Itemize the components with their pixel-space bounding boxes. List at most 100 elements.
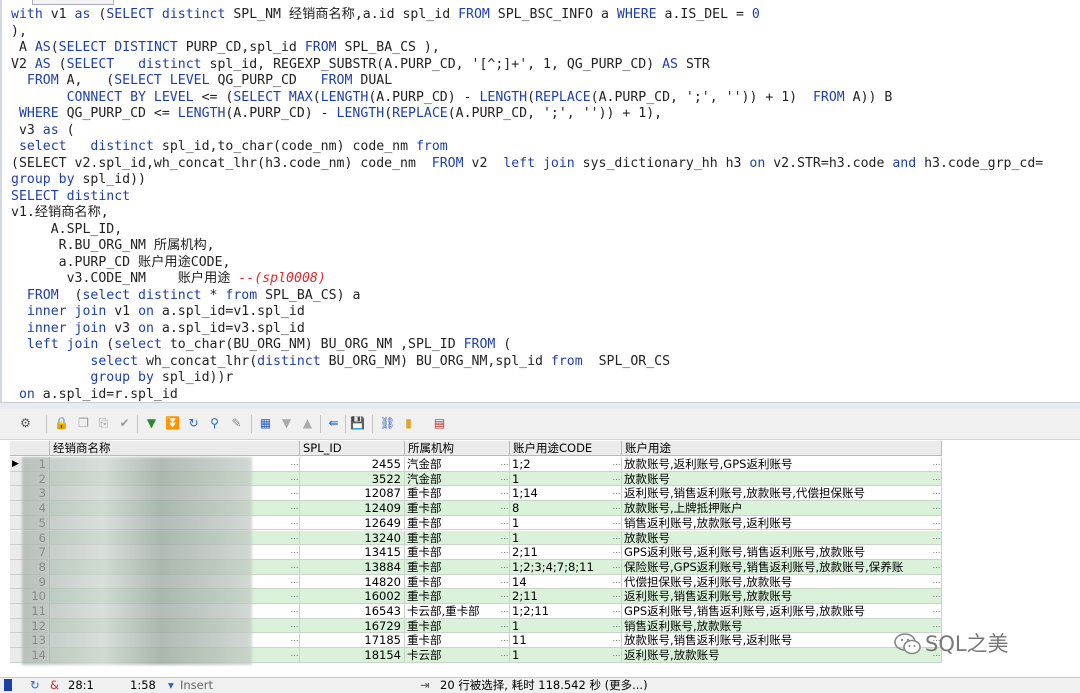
table-cell-org[interactable]: 卡云部,重卡部 <box>405 604 510 619</box>
cell-expand-button[interactable]: … <box>612 486 621 501</box>
table-cell-id[interactable]: 13884 <box>300 559 405 575</box>
table-cell-org[interactable]: 重卡部 <box>405 559 510 575</box>
table-cell-org[interactable]: 重卡部 <box>405 618 510 634</box>
code-line[interactable]: group by spl_id)) <box>11 172 1043 189</box>
cell-expand-button[interactable]: … <box>500 560 509 575</box>
cell-expand-button[interactable]: … <box>500 633 509 648</box>
cell-expand-button[interactable]: … <box>500 575 509 590</box>
cell-expand-button[interactable]: … <box>500 589 509 604</box>
cell-expand-button[interactable]: … <box>500 501 509 516</box>
cell-expand-button[interactable]: … <box>500 486 509 501</box>
table-cell-code[interactable]: 2;11 <box>510 589 622 604</box>
table-cell-code[interactable]: 1 <box>510 530 622 546</box>
cell-expand-button[interactable]: … <box>500 472 509 487</box>
refresh-icon[interactable]: ↻ <box>186 416 201 431</box>
cell-expand-button[interactable]: … <box>932 604 941 619</box>
cell-expand-button[interactable]: … <box>500 604 509 619</box>
table-cell-org[interactable]: 重卡部 <box>405 545 510 560</box>
code-line[interactable]: (SELECT v2.spl_id,wh_concat_lhr(h3.code_… <box>11 156 1043 173</box>
link-icon[interactable]: ⛓ <box>380 416 395 431</box>
cell-expand-button[interactable]: … <box>500 531 509 546</box>
code-line[interactable]: FROM (select distinct * from SPL_BA_CS) … <box>11 288 1043 305</box>
code-line[interactable]: inner join v3 on a.spl_id=v3.spl_id <box>11 321 1043 338</box>
cell-expand-button[interactable]: … <box>612 560 621 575</box>
cell-expand-button[interactable]: … <box>500 457 509 472</box>
cell-expand-button[interactable]: … <box>932 472 941 487</box>
cell-expand-button[interactable]: … <box>612 531 621 546</box>
sql-editor[interactable]: with v1 as (SELECT distinct SPL_NM 经销商名称… <box>0 0 1080 402</box>
table-cell-org[interactable]: 重卡部 <box>405 633 510 649</box>
code-line[interactable]: FROM A, (SELECT LEVEL QG_PURP_CD FROM DU… <box>11 73 1043 90</box>
code-line[interactable]: R.BU_ORG_NM 所属机构, <box>11 238 1043 255</box>
table-cell-org[interactable]: 重卡部 <box>405 589 510 604</box>
table-cell-code[interactable]: 1 <box>510 618 622 634</box>
table-cell-id[interactable]: 17185 <box>300 633 405 649</box>
table-cell-id[interactable]: 12409 <box>300 501 405 516</box>
table-cell-id[interactable]: 16543 <box>300 604 405 619</box>
status-message[interactable]: 20 行被选择, 耗时 118.542 秒 (更多...) <box>440 678 648 693</box>
cell-expand-button[interactable]: … <box>290 516 299 531</box>
grid-settings-icon[interactable]: ⚙ <box>18 416 33 431</box>
cell-expand-button[interactable]: … <box>290 486 299 501</box>
cell-expand-button[interactable]: … <box>612 633 621 648</box>
column-header[interactable]: SPL_ID <box>300 441 405 456</box>
code-line[interactable]: WHERE QG_PURP_CD <= LENGTH(A.PURP_CD) - … <box>11 106 1043 123</box>
down-arrow-icon[interactable]: ▼ <box>144 416 159 431</box>
table-cell-code[interactable]: 14 <box>510 574 622 590</box>
table-cell-purpose[interactable]: 放款账号 <box>622 530 942 546</box>
code-line[interactable]: SELECT distinct <box>11 189 1043 206</box>
code-line[interactable]: v1.经销商名称, <box>11 205 1043 222</box>
export-icon[interactable]: ⇚ <box>326 416 341 431</box>
cell-expand-button[interactable]: … <box>932 560 941 575</box>
table-cell-code[interactable]: 2;11 <box>510 545 622 560</box>
code-line[interactable]: group by spl_id))r <box>11 370 1043 387</box>
cell-expand-button[interactable]: … <box>612 545 621 560</box>
table-cell-org[interactable]: 重卡部 <box>405 574 510 590</box>
table-cell-org[interactable]: 重卡部 <box>405 530 510 546</box>
code-line[interactable]: inner join v1 on a.spl_id=v1.spl_id <box>11 304 1043 321</box>
table-cell-id[interactable]: 12649 <box>300 515 405 531</box>
cell-expand-button[interactable]: … <box>500 545 509 560</box>
cell-expand-button[interactable]: … <box>612 648 621 663</box>
table-cell-purpose[interactable]: GPS返利账号,返利账号,销售返利账号,放款账号 <box>622 545 942 560</box>
code-line[interactable]: select wh_concat_lhr(distinct BU_ORG_NM)… <box>11 354 1043 371</box>
cell-expand-button[interactable]: … <box>932 575 941 590</box>
cell-expand-button[interactable]: … <box>290 648 299 663</box>
table-cell-id[interactable]: 16729 <box>300 618 405 634</box>
code-line[interactable]: ), <box>11 24 1043 41</box>
cell-expand-button[interactable]: … <box>612 516 621 531</box>
cell-expand-button[interactable]: … <box>612 472 621 487</box>
table-cell-code[interactable]: 1 <box>510 515 622 531</box>
code-line[interactable]: CONNECT BY LEVEL <= (SELECT MAX(LENGTH(A… <box>11 90 1043 107</box>
save-icon[interactable]: 💾 <box>350 416 365 431</box>
table-cell-code[interactable]: 1;2;11 <box>510 604 622 619</box>
code-line[interactable]: v3 as ( <box>11 123 1043 140</box>
chart-icon[interactable]: ▮ <box>401 416 416 431</box>
table-cell-id[interactable]: 12087 <box>300 486 405 502</box>
cell-expand-button[interactable]: … <box>932 589 941 604</box>
copy-icon[interactable]: ❐ <box>76 416 91 431</box>
cell-expand-button[interactable]: … <box>500 516 509 531</box>
up-icon[interactable]: ▲ <box>300 416 315 431</box>
table-cell-org[interactable]: 汽金部 <box>405 457 510 472</box>
table-cell-code[interactable]: 8 <box>510 501 622 516</box>
cell-expand-button[interactable]: … <box>612 501 621 516</box>
dropdown-icon[interactable]: ▼ <box>279 416 294 431</box>
cell-expand-button[interactable]: … <box>290 619 299 634</box>
cell-expand-button[interactable]: … <box>932 486 941 501</box>
table-cell-code[interactable]: 11 <box>510 633 622 649</box>
table-cell-purpose[interactable]: 代偿担保账号,返利账号,放款账号 <box>622 574 942 590</box>
table-cell-purpose[interactable]: 返利账号,销售返利账号,放款账号 <box>622 589 942 604</box>
table-cell-id[interactable]: 13415 <box>300 545 405 560</box>
query-icon[interactable]: ▦ <box>258 416 273 431</box>
cell-expand-button[interactable]: … <box>290 501 299 516</box>
table-cell-purpose[interactable]: 放款账号,上牌抵押账户 <box>622 501 942 516</box>
table-cell-id[interactable]: 2455 <box>300 457 405 472</box>
table-cell-org[interactable]: 重卡部 <box>405 501 510 516</box>
table-cell-purpose[interactable]: 保险账号,GPS返利账号,销售返利账号,放款账号,保养账 <box>622 559 942 575</box>
table-cell-id[interactable]: 13240 <box>300 530 405 546</box>
column-header[interactable]: 账户用途 <box>622 441 942 456</box>
mode-dropdown-icon[interactable]: ▾ <box>168 678 174 693</box>
table-cell-org[interactable]: 重卡部 <box>405 486 510 502</box>
sql-code[interactable]: with v1 as (SELECT distinct SPL_NM 经销商名称… <box>11 7 1043 402</box>
